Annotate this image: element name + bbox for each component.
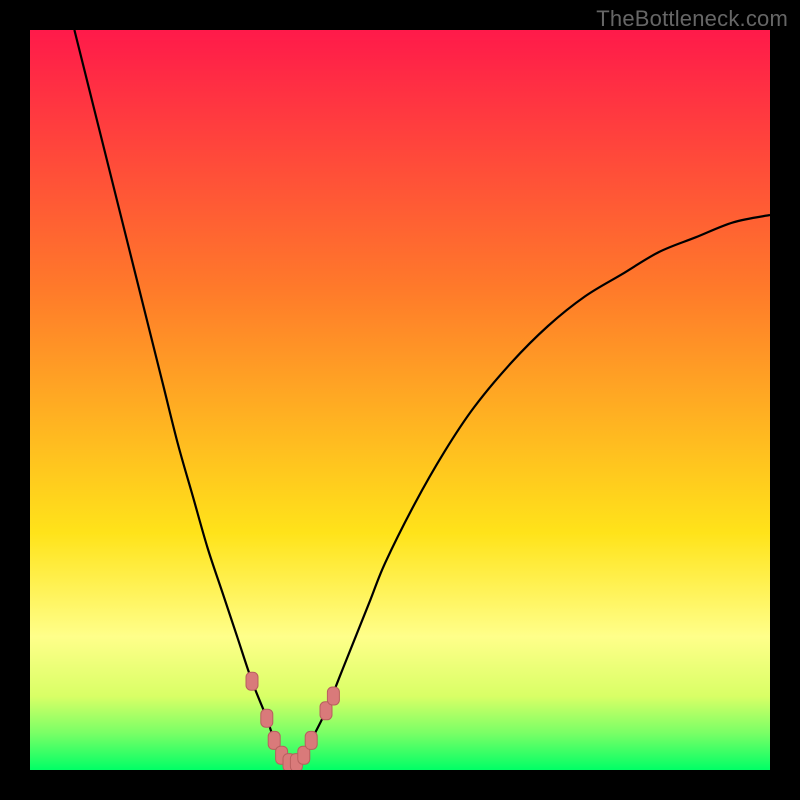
bottleneck-chart — [30, 30, 770, 770]
gradient-background — [30, 30, 770, 770]
optimum-marker — [246, 672, 258, 690]
optimum-marker — [327, 687, 339, 705]
chart-frame: TheBottleneck.com — [0, 0, 800, 800]
optimum-marker — [261, 709, 273, 727]
plot-area — [30, 30, 770, 770]
watermark-text: TheBottleneck.com — [596, 6, 788, 32]
optimum-marker — [305, 731, 317, 749]
